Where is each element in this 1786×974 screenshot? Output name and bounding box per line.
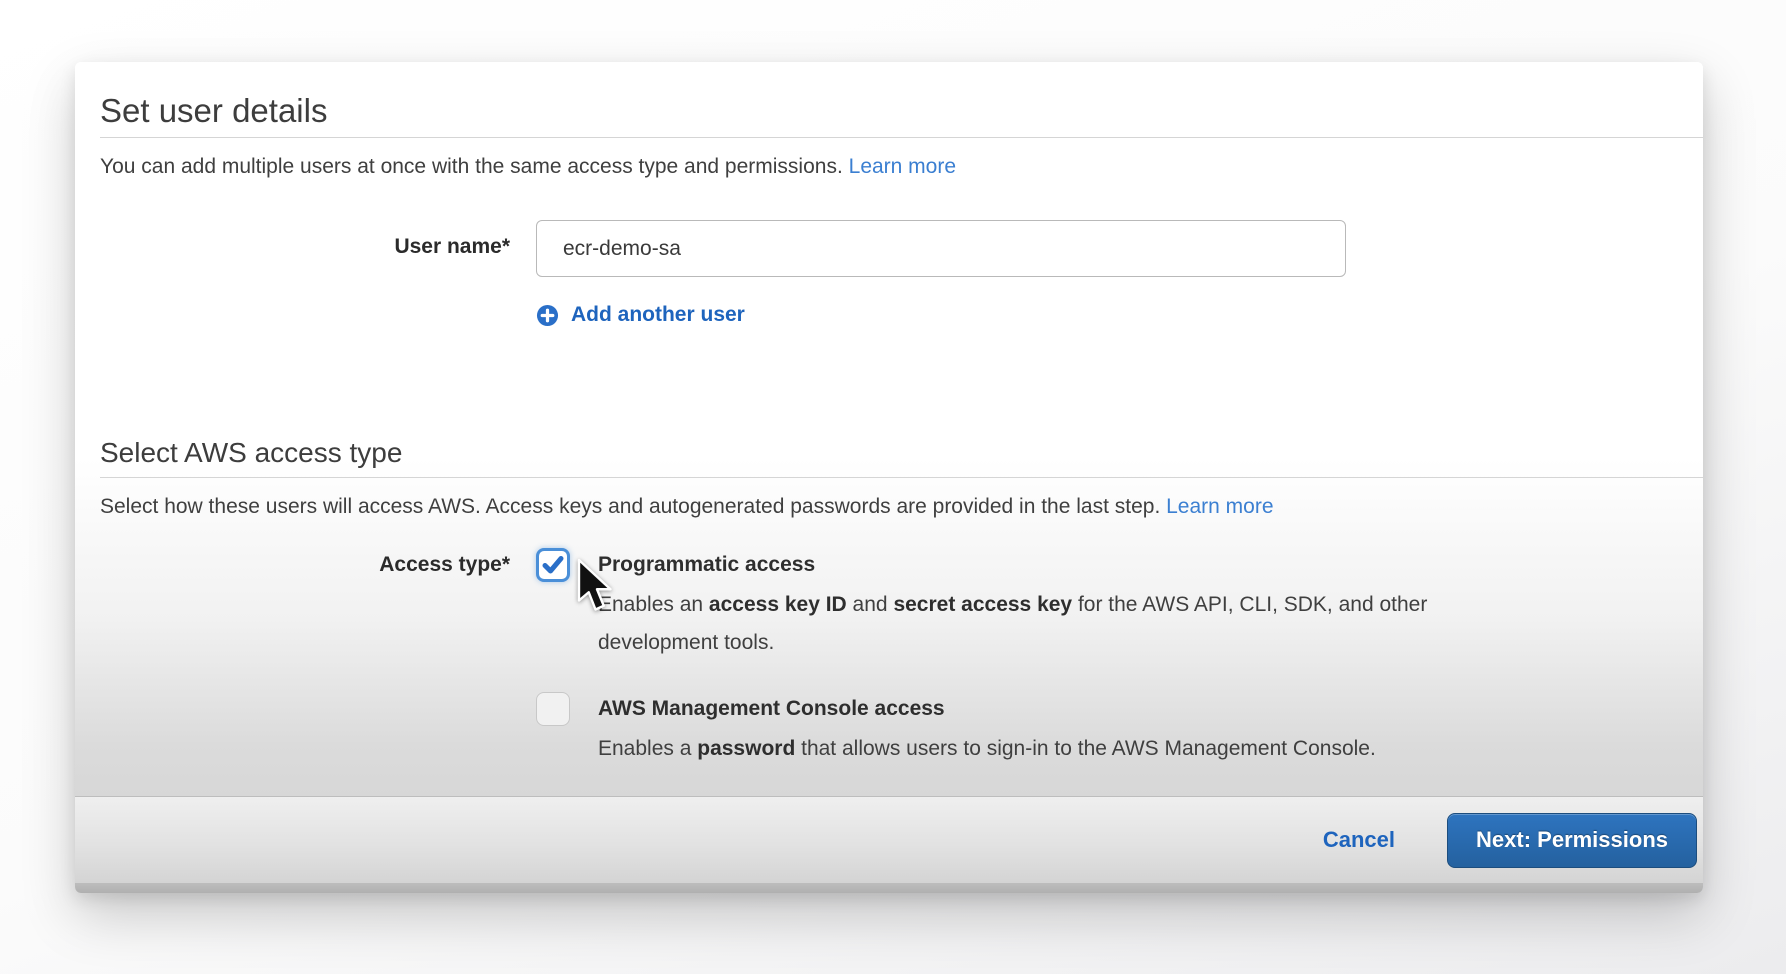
- desc-text: Enables an: [598, 593, 709, 616]
- add-another-user-link[interactable]: Add another user: [536, 303, 745, 327]
- programmatic-access-checkbox[interactable]: [536, 548, 570, 582]
- learn-more-link-access[interactable]: Learn more: [1166, 495, 1273, 518]
- section-title-access-type: Select AWS access type: [100, 436, 1678, 470]
- page: Set user details You can add multiple us…: [0, 0, 1786, 974]
- page-title: Set user details: [100, 92, 1678, 130]
- add-user-row: Add another user: [75, 303, 1703, 332]
- programmatic-access-option: Programmatic access Enables an access ke…: [536, 548, 1703, 662]
- option-desc-console: Enables a password that allows users to …: [598, 730, 1376, 768]
- card-content: Set user details You can add multiple us…: [75, 62, 1703, 796]
- console-access-checkbox[interactable]: [536, 692, 570, 726]
- wizard-footer: Cancel Next: Permissions: [75, 796, 1703, 883]
- add-user-card: Set user details You can add multiple us…: [75, 62, 1703, 893]
- desc-text-bold: password: [697, 737, 795, 760]
- desc-text: and: [847, 593, 894, 616]
- page-description: You can add multiple users at once with …: [100, 154, 1678, 180]
- add-user-spacer: [75, 303, 510, 317]
- option-desc-programmatic: Enables an access key ID and secret acce…: [598, 586, 1478, 662]
- title-divider: [100, 137, 1703, 138]
- plus-circle-icon: [536, 304, 559, 327]
- option-title-console: AWS Management Console access: [598, 692, 1376, 724]
- desc-text: Enables a: [598, 737, 697, 760]
- user-name-label: User name*: [75, 220, 510, 260]
- desc-text-bold: access key ID: [709, 593, 847, 616]
- learn-more-link-users[interactable]: Learn more: [849, 155, 956, 178]
- card-bottom-strip: [75, 883, 1703, 893]
- add-another-user-label: Add another user: [571, 303, 745, 327]
- access-type-label: Access type*: [75, 548, 510, 578]
- next-permissions-button[interactable]: Next: Permissions: [1447, 813, 1697, 868]
- access-type-row: Access type* Programmatic access Enables…: [75, 548, 1703, 768]
- desc-text: that allows users to sign-in to the AWS …: [795, 737, 1376, 760]
- access-description-text: Select how these users will access AWS. …: [100, 495, 1166, 518]
- check-icon: [540, 552, 566, 578]
- user-name-row: User name*: [75, 220, 1703, 277]
- user-name-input[interactable]: [536, 220, 1346, 277]
- cancel-link[interactable]: Cancel: [1323, 827, 1395, 853]
- access-description: Select how these users will access AWS. …: [100, 494, 1678, 520]
- page-description-text: You can add multiple users at once with …: [100, 155, 849, 178]
- desc-text-bold: secret access key: [893, 593, 1072, 616]
- access-divider: [100, 477, 1703, 478]
- console-access-option: AWS Management Console access Enables a …: [536, 692, 1703, 768]
- option-title-programmatic: Programmatic access: [598, 548, 1478, 580]
